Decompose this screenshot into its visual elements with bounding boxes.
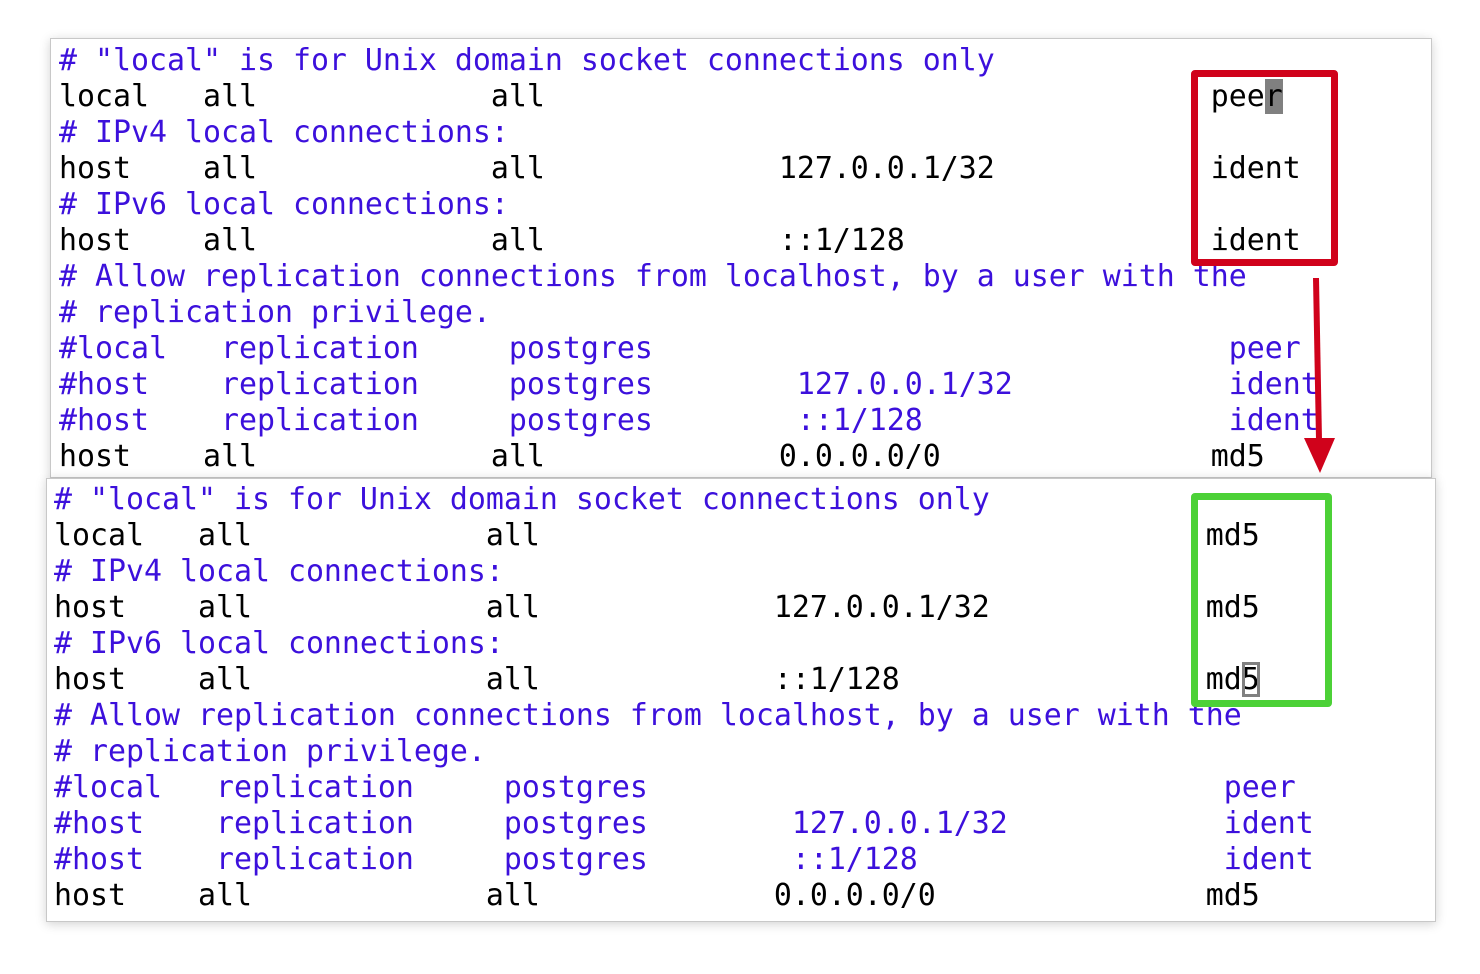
line-text: #host replication postgres ::1/128 ident xyxy=(54,842,1314,877)
line-text: # IPv4 local connections: xyxy=(54,554,504,589)
comment-line: # IPv4 local connections: xyxy=(54,554,1314,590)
line-text: # "local" is for Unix domain socket conn… xyxy=(59,43,995,78)
comment-line: #local replication postgres peer xyxy=(54,770,1314,806)
comment-line: #host replication postgres 127.0.0.1/32 … xyxy=(54,806,1314,842)
comment-line: # Allow replication connections from loc… xyxy=(59,259,1319,295)
config-line: local all all peer xyxy=(59,79,1319,115)
config-line: host all all 127.0.0.1/32 ident xyxy=(59,151,1319,187)
config-line: host all all 0.0.0.0/0 md5 xyxy=(54,878,1314,914)
comment-line: # "local" is for Unix domain socket conn… xyxy=(59,43,1319,79)
line-text: local all all pee xyxy=(59,79,1265,114)
line-text: host all all 0.0.0.0/0 md5 xyxy=(59,439,1265,474)
after-auth-method-highlight xyxy=(1191,493,1332,707)
config-text-after: # "local" is for Unix domain socket conn… xyxy=(54,482,1314,914)
line-text: host all all 127.0.0.1/32 md5 xyxy=(54,590,1260,625)
config-line: local all all md5 xyxy=(54,518,1314,554)
line-text: # replication privilege. xyxy=(59,295,491,330)
line-text: # replication privilege. xyxy=(54,734,486,769)
line-text: # Allow replication connections from loc… xyxy=(59,259,1247,294)
comment-line: # Allow replication connections from loc… xyxy=(54,698,1314,734)
config-text-before: # "local" is for Unix domain socket conn… xyxy=(59,43,1319,475)
config-line: host all all ::1/128 ident xyxy=(59,223,1319,259)
before-auth-method-highlight xyxy=(1191,70,1338,266)
config-line: host all all ::1/128 md5 xyxy=(54,662,1314,698)
line-text: host all all ::1/128 md xyxy=(54,662,1242,697)
line-text: # "local" is for Unix domain socket conn… xyxy=(54,482,990,517)
line-text: #local replication postgres peer xyxy=(54,770,1296,805)
config-line: host all all 127.0.0.1/32 md5 xyxy=(54,590,1314,626)
line-text: host all all 127.0.0.1/32 ident xyxy=(59,151,1301,186)
comment-line: # IPv6 local connections: xyxy=(59,187,1319,223)
comment-line: # IPv4 local connections: xyxy=(59,115,1319,151)
line-text: host all all ::1/128 ident xyxy=(59,223,1301,258)
line-text: # IPv4 local connections: xyxy=(59,115,509,150)
line-text: # IPv6 local connections: xyxy=(54,626,504,661)
line-text: #local replication postgres peer xyxy=(59,331,1301,366)
comment-line: #host replication postgres 127.0.0.1/32 … xyxy=(59,367,1319,403)
line-text: # Allow replication connections from loc… xyxy=(54,698,1242,733)
comment-line: #host replication postgres ::1/128 ident xyxy=(54,842,1314,878)
comment-line: # replication privilege. xyxy=(54,734,1314,770)
config-line: host all all 0.0.0.0/0 md5 xyxy=(59,439,1319,475)
comment-line: #local replication postgres peer xyxy=(59,331,1319,367)
line-text: local all all md5 xyxy=(54,518,1260,553)
line-text: # IPv6 local connections: xyxy=(59,187,509,222)
line-text: #host replication postgres ::1/128 ident xyxy=(59,403,1319,438)
line-text: host all all 0.0.0.0/0 md5 xyxy=(54,878,1260,913)
line-text: #host replication postgres 127.0.0.1/32 … xyxy=(54,806,1314,841)
comment-line: # "local" is for Unix domain socket conn… xyxy=(54,482,1314,518)
comment-line: #host replication postgres ::1/128 ident xyxy=(59,403,1319,439)
comment-line: # IPv6 local connections: xyxy=(54,626,1314,662)
line-text: #host replication postgres 127.0.0.1/32 … xyxy=(59,367,1319,402)
comment-line: # replication privilege. xyxy=(59,295,1319,331)
